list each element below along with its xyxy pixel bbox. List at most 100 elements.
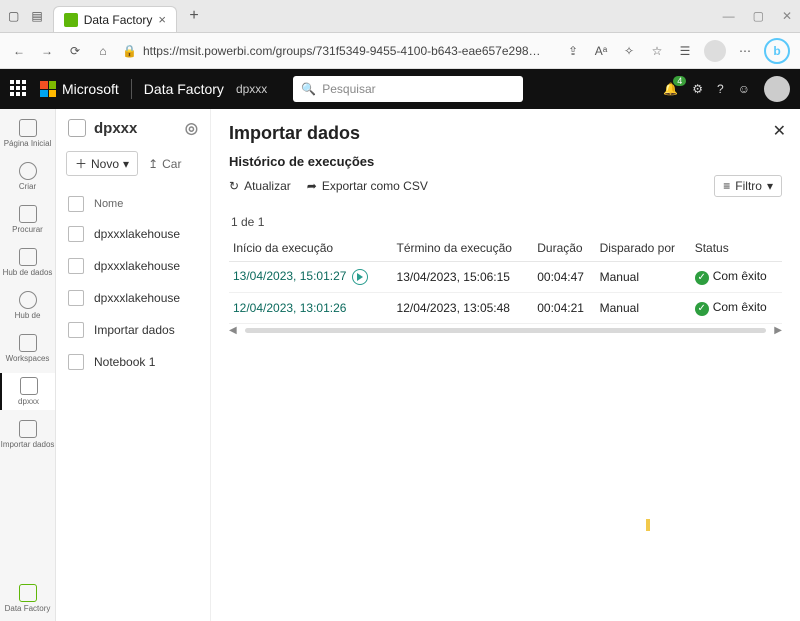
user-avatar[interactable] xyxy=(764,76,790,102)
scroll-track[interactable] xyxy=(245,328,767,333)
rail-home[interactable]: Página Inicial xyxy=(0,115,55,152)
favicon-icon xyxy=(64,13,78,27)
window-controls: ― ▢ ✕ xyxy=(723,9,792,23)
settings-icon[interactable]: ⚙ xyxy=(692,82,703,96)
url-text: https://msit.powerbi.com/groups/731f5349… xyxy=(143,44,541,58)
url-display[interactable]: 🔒 https://msit.powerbi.com/groups/731f53… xyxy=(122,44,554,58)
workspace-list-header: Nome xyxy=(56,190,210,218)
home-button[interactable]: ⌂ xyxy=(94,42,112,60)
rail-workspaces[interactable]: Workspaces xyxy=(0,330,55,367)
col-start[interactable]: Início da execução xyxy=(229,235,393,262)
workspace-item[interactable]: dpxxxlakehouse xyxy=(56,250,210,282)
col-end[interactable]: Término da execução xyxy=(393,235,534,262)
favorite-icon[interactable]: ✧ xyxy=(620,42,638,60)
name-column: Nome xyxy=(94,198,123,210)
home-icon xyxy=(19,119,37,137)
run-start-link[interactable]: 13/04/2023, 15:01:27 xyxy=(233,269,346,283)
new-tab-button[interactable]: + xyxy=(181,3,207,29)
filter-button[interactable]: ≡Filtro▾ xyxy=(714,175,782,197)
maximize-button[interactable]: ▢ xyxy=(753,9,764,23)
profile-avatar[interactable] xyxy=(704,40,726,62)
forward-button[interactable]: → xyxy=(38,42,56,60)
favorites-bar-icon[interactable]: ☆ xyxy=(648,42,666,60)
collections-icon: ▤ xyxy=(31,9,42,23)
workspace-item[interactable]: dpxxxlakehouse xyxy=(56,218,210,250)
plus-circle-icon xyxy=(19,162,37,180)
global-search[interactable]: 🔍 Pesquisar xyxy=(293,76,523,102)
run-start-link[interactable]: 12/04/2023, 13:01:26 xyxy=(233,301,346,315)
scroll-left-icon[interactable]: ◀ xyxy=(229,325,237,336)
hub-icon xyxy=(19,291,37,309)
notifications-button[interactable]: 🔔4 xyxy=(663,82,678,96)
item-name: Notebook 1 xyxy=(94,355,155,369)
bing-chat-icon[interactable]: b xyxy=(764,38,790,64)
read-aloud-icon[interactable]: Aᵃ xyxy=(592,42,610,60)
minimize-button[interactable]: ― xyxy=(723,9,735,23)
col-status[interactable]: Status xyxy=(691,235,782,262)
item-name: dpxxxlakehouse xyxy=(94,291,180,305)
workspaces-icon xyxy=(19,334,37,352)
app-header: Microsoft Data Factory dpxxx 🔍 Pesquisar… xyxy=(0,69,800,109)
browser-tab[interactable]: Data Factory × xyxy=(53,6,177,32)
item-type-icon xyxy=(68,258,84,274)
microsoft-logo-icon xyxy=(40,81,56,97)
back-button[interactable]: ← xyxy=(10,42,28,60)
rail-create[interactable]: Criar xyxy=(0,158,55,195)
more-menu-icon[interactable]: ⋯ xyxy=(736,42,754,60)
browser-address-bar: ← → ⟳ ⌂ 🔒 https://msit.powerbi.com/group… xyxy=(0,33,800,69)
col-duration[interactable]: Duração xyxy=(533,235,595,262)
search-placeholder: Pesquisar xyxy=(322,82,375,96)
workspace-item[interactable]: Importar dados xyxy=(56,314,210,346)
success-icon: ✓ xyxy=(695,271,709,285)
rail-browse[interactable]: Procurar xyxy=(0,201,55,238)
workspace-item[interactable]: dpxxxlakehouse xyxy=(56,282,210,314)
browser-tab-strip: ▢ ▤ Data Factory × + ― ▢ ✕ xyxy=(0,0,800,33)
new-button[interactable]: ＋ Novo▾ xyxy=(66,151,138,176)
col-trigger[interactable]: Disparado por xyxy=(596,235,691,262)
close-window-button[interactable]: ✕ xyxy=(782,9,792,23)
help-icon[interactable]: ? xyxy=(717,82,724,96)
table-row[interactable]: 13/04/2023, 15:01:2713/04/2023, 15:06:15… xyxy=(229,262,782,293)
workspace-badge-icon: ◎ xyxy=(185,119,198,137)
feedback-icon[interactable]: ☺ xyxy=(738,82,750,96)
horizontal-scrollbar[interactable]: ◀ ▶ xyxy=(229,326,782,334)
run-status: ✓Com êxito xyxy=(691,262,782,293)
window-app-icons: ▢ ▤ xyxy=(8,9,43,23)
app-launcher-icon[interactable] xyxy=(10,80,28,98)
item-name: dpxxxlakehouse xyxy=(94,259,180,273)
refresh-button[interactable]: ⟳ xyxy=(66,42,84,60)
refresh-button[interactable]: ↻Atualizar xyxy=(229,179,291,193)
data-factory-icon xyxy=(19,584,37,602)
workspace-item-list: Nome dpxxxlakehouse dpxxxlakehouse dpxxxla… xyxy=(56,190,210,378)
run-duration: 00:04:47 xyxy=(533,262,595,293)
brand: Microsoft xyxy=(40,81,119,97)
export-csv-button[interactable]: ➦Exportar como CSV xyxy=(307,179,428,193)
rail-hub[interactable]: Hub de xyxy=(0,287,55,324)
run-end: 12/04/2023, 13:05:48 xyxy=(393,293,534,324)
table-row[interactable]: 12/04/2023, 13:01:26 12/04/2023, 13:05:48… xyxy=(229,293,782,324)
rail-import-data[interactable]: Importar dados xyxy=(0,416,55,453)
close-panel-button[interactable]: ✕ xyxy=(773,121,786,141)
workspace-crumb: dpxxx xyxy=(236,82,267,96)
datahub-icon xyxy=(19,248,37,266)
upload-button[interactable]: ↥Car xyxy=(148,157,181,171)
filter-icon: ≡ xyxy=(723,179,730,193)
workspace-title: dpxxx xyxy=(94,120,137,137)
rail-product-switch[interactable]: Data Factory xyxy=(0,580,55,621)
rail-current-workspace[interactable]: dpxxx xyxy=(0,373,55,410)
rail-datahub[interactable]: Hub de dados xyxy=(0,244,55,281)
extensions-icon[interactable]: ☰ xyxy=(676,42,694,60)
scroll-right-icon[interactable]: ▶ xyxy=(774,325,782,336)
refresh-icon: ↻ xyxy=(229,179,239,193)
item-name: dpxxxlakehouse xyxy=(94,227,180,241)
folder-icon xyxy=(19,205,37,223)
detail-subtitle: Histórico de execuções xyxy=(229,154,782,169)
chevron-down-icon: ▾ xyxy=(123,157,129,171)
workspace-item[interactable]: Notebook 1 xyxy=(56,346,210,378)
notification-badge: 4 xyxy=(673,76,686,86)
workspace-header: dpxxx ◎ xyxy=(56,109,210,147)
running-icon xyxy=(352,269,368,285)
close-tab-icon[interactable]: × xyxy=(158,12,166,27)
share-icon[interactable]: ⇪ xyxy=(564,42,582,60)
result-count: 1 de 1 xyxy=(231,215,782,229)
